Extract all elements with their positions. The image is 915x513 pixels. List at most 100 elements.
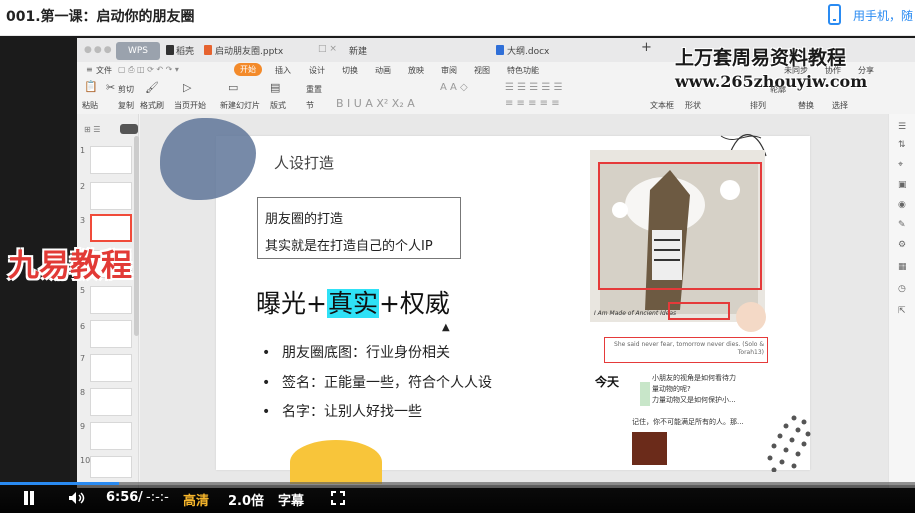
section-button[interactable]: 节 bbox=[306, 100, 314, 111]
tab-docx[interactable]: 大纲.docx bbox=[507, 44, 549, 57]
align-icons[interactable]: ≡ ≡ ≡ ≡ ≡ bbox=[505, 98, 560, 109]
menu-review[interactable]: 审阅 bbox=[441, 65, 457, 76]
hamburger-icon[interactable]: ≡ bbox=[86, 65, 93, 74]
slide-thumbnail[interactable] bbox=[90, 388, 132, 416]
clock-icon[interactable]: ◷ bbox=[898, 284, 906, 294]
arrange-button[interactable]: 排列 bbox=[750, 100, 766, 111]
signature-quote: She said never fear, tomorrow never dies… bbox=[614, 341, 764, 356]
menu-slideshow[interactable]: 放映 bbox=[408, 65, 424, 76]
quick-access-icons[interactable]: ▢ ⎙ ◫ ⟳ ↶ ↷ ▾ bbox=[118, 65, 179, 75]
bullet-text: 签名：正能量一些，符合个人人设 bbox=[282, 375, 492, 391]
thumbnail-scrollbar[interactable] bbox=[134, 136, 139, 336]
paste-icon[interactable]: 📋 bbox=[84, 80, 98, 93]
paragraph-icons[interactable]: ☰ ☰ ☰ ☰ ☰ bbox=[505, 82, 563, 93]
menu-transition[interactable]: 切换 bbox=[342, 65, 358, 76]
settings-icon[interactable]: ☰ bbox=[898, 122, 906, 132]
collage-caption: I Am Made of Ancient Ideas bbox=[594, 310, 677, 317]
layout-icon[interactable]: ▤ bbox=[270, 81, 280, 94]
font-size-icons[interactable]: A A ◇ bbox=[440, 82, 468, 93]
new-tab-button[interactable]: + bbox=[641, 40, 652, 55]
slide-thumbnail[interactable] bbox=[90, 146, 132, 174]
progress-fill bbox=[0, 482, 119, 485]
menu-insert[interactable]: 插入 bbox=[275, 65, 291, 76]
pptx-icon bbox=[204, 45, 212, 55]
tab-wps[interactable]: WPS bbox=[116, 42, 160, 60]
post-line: 力量动物又是如何保护小... bbox=[652, 396, 736, 404]
cursor-icon[interactable]: ⌖ bbox=[898, 160, 903, 170]
menu-animation[interactable]: 动画 bbox=[375, 65, 391, 76]
menu-design[interactable]: 设计 bbox=[309, 65, 325, 76]
phone-icon[interactable] bbox=[828, 4, 841, 25]
new-slide-icon[interactable]: ▭ bbox=[228, 81, 238, 94]
slide-thumbnail[interactable] bbox=[90, 320, 132, 348]
volume-icon[interactable] bbox=[68, 491, 86, 505]
slide-thumbnail[interactable] bbox=[90, 354, 132, 382]
play-slide-icon[interactable]: ▷ bbox=[183, 81, 191, 94]
progress-bar[interactable] bbox=[0, 482, 915, 485]
menu-view[interactable]: 视图 bbox=[474, 65, 490, 76]
reset-button[interactable]: 重置 bbox=[306, 84, 322, 95]
cut-icon[interactable]: ✂ bbox=[106, 81, 115, 94]
gear-icon[interactable]: ⚙ bbox=[898, 240, 906, 250]
layout-button[interactable]: 版式 bbox=[270, 100, 286, 111]
shape-button[interactable]: 形状 bbox=[685, 100, 701, 111]
quality-button[interactable]: 高清 bbox=[183, 490, 209, 509]
decorative-semicircle bbox=[290, 440, 382, 484]
phone-link[interactable]: 用手机，随 bbox=[853, 7, 913, 24]
slide-thumbnail[interactable] bbox=[90, 456, 132, 478]
tab-pptx[interactable]: 启动朋友圈.pptx bbox=[215, 44, 283, 57]
bullet-item[interactable]: • 签名：正能量一些，符合个人人设 bbox=[262, 372, 492, 392]
select-button[interactable]: 选择 bbox=[832, 100, 848, 111]
menu-share[interactable]: 分享 bbox=[858, 65, 874, 76]
export-icon[interactable]: ⇱ bbox=[898, 306, 906, 316]
new-slide-button[interactable]: 新建幻灯片 bbox=[220, 100, 260, 111]
tab-docer[interactable]: 稻壳 bbox=[176, 44, 194, 57]
tab-new[interactable]: 新建 bbox=[349, 44, 367, 57]
bullet-text: 名字：让别人好找一些 bbox=[282, 404, 422, 420]
slide-thumbnail-active[interactable] bbox=[90, 214, 132, 242]
pause-icon[interactable] bbox=[22, 491, 36, 505]
heading-part-1: 曝光+ bbox=[256, 289, 327, 318]
outline-button[interactable]: 轮廓 bbox=[770, 84, 786, 95]
format-painter-button[interactable]: 格式刷 bbox=[140, 100, 164, 111]
watermark-brand: 九易教程 bbox=[8, 248, 132, 284]
image-icon[interactable]: ▦ bbox=[898, 262, 907, 272]
bullet-item[interactable]: • 名字：让别人好找一些 bbox=[262, 401, 422, 421]
slide-thumbnail[interactable] bbox=[90, 182, 132, 210]
tab-close-icon[interactable]: □ × bbox=[318, 44, 337, 54]
fullscreen-icon[interactable] bbox=[331, 491, 345, 505]
time-separator: / bbox=[138, 490, 143, 505]
cut-button[interactable]: 剪切 bbox=[118, 84, 134, 95]
brush-icon[interactable]: ✎ bbox=[898, 220, 906, 230]
folder-icon[interactable]: ▣ bbox=[898, 180, 907, 190]
slide-thumbnail[interactable] bbox=[90, 422, 132, 450]
slide-title[interactable]: 人设打造 bbox=[274, 152, 334, 173]
sliders-icon[interactable]: ⇅ bbox=[898, 140, 906, 150]
format-painter-icon[interactable]: 🖌 bbox=[145, 81, 159, 94]
slide-thumbnail[interactable] bbox=[90, 286, 132, 314]
menu-collaborate[interactable]: 协作 bbox=[825, 65, 841, 76]
slide-heading[interactable]: 曝光+真实+权威 bbox=[256, 284, 450, 320]
replace-button[interactable]: 替换 bbox=[798, 100, 814, 111]
avatar[interactable] bbox=[736, 302, 766, 332]
course-title: 001.第一课：启动你的朋友圈 bbox=[6, 9, 195, 25]
paste-button[interactable]: 粘贴 bbox=[82, 100, 98, 111]
menu-features[interactable]: 特色功能 bbox=[507, 65, 539, 76]
speed-button[interactable]: 2.0倍 bbox=[228, 490, 264, 509]
user-icon[interactable]: ◉ bbox=[898, 200, 906, 210]
play-current-button[interactable]: 当页开始 bbox=[174, 100, 206, 111]
bullet-text: 朋友圈底图：行业身份相关 bbox=[282, 345, 450, 361]
font-style-icons[interactable]: B I U A X² X₂ A bbox=[336, 97, 415, 110]
thumb-view-icons[interactable]: ⊞ ☰ bbox=[84, 125, 100, 134]
thumb-toggle-icon[interactable] bbox=[120, 124, 138, 134]
post-line: 小朋友的视角是如何看待力 bbox=[652, 374, 736, 382]
menu-home[interactable]: 开始 bbox=[234, 63, 262, 76]
post-thumbnail bbox=[640, 382, 650, 406]
text-box-button[interactable]: 文本框 bbox=[650, 100, 674, 111]
duration: -:-:- bbox=[146, 490, 169, 505]
menu-file[interactable]: 文件 bbox=[96, 65, 112, 76]
menu-unsynced[interactable]: 未同步 bbox=[784, 65, 808, 76]
copy-button[interactable]: 复制 bbox=[118, 100, 134, 111]
bullet-item[interactable]: • 朋友圈底图：行业身份相关 bbox=[262, 342, 450, 362]
subtitles-button[interactable]: 字幕 bbox=[278, 490, 304, 509]
